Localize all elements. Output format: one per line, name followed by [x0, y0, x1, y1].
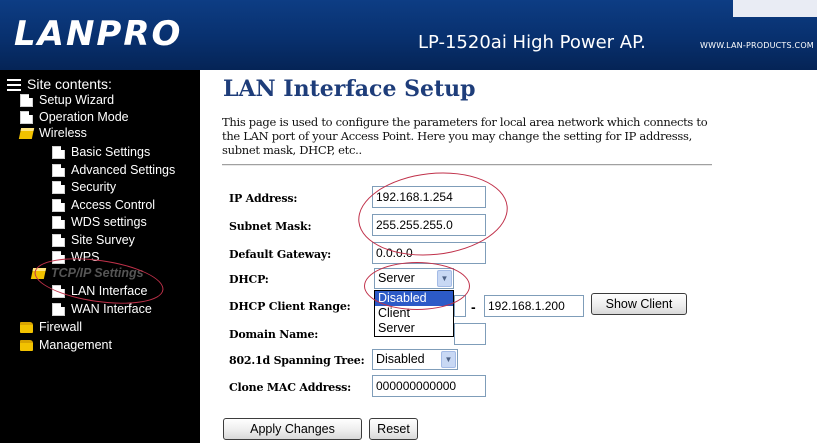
sidebar-item-label: Operation Mode — [39, 110, 129, 124]
subnet-mask-label: Subnet Mask: — [229, 220, 312, 233]
sidebar-item-label: Setup Wizard — [39, 93, 115, 107]
sidebar-item-label: WDS settings — [71, 215, 147, 229]
device-model: LP-1520ai High Power AP. — [418, 32, 646, 53]
sidebar-item-operation-mode[interactable]: Operation Mode — [20, 110, 129, 125]
default-gateway-input[interactable]: 0.0.0.0 — [372, 242, 486, 264]
website-url: WWW.LAN-PRODUCTS.COM — [700, 41, 814, 50]
subnet-mask-input[interactable]: 255.255.255.0 — [372, 214, 486, 236]
dhcp-option-disabled[interactable]: Disabled — [375, 291, 453, 306]
sidebar-item-label: LAN Interface — [71, 284, 148, 298]
sidebar-item-advanced-settings[interactable]: Advanced Settings — [52, 163, 175, 178]
sidebar-item-label: WPS — [71, 250, 100, 264]
sidebar-item-tcpip-settings[interactable]: TCP/IP Settings — [30, 266, 144, 281]
range-start-input[interactable] — [454, 295, 466, 317]
page-icon — [52, 234, 65, 247]
chevron-down-icon[interactable]: ▼ — [441, 351, 456, 368]
sidebar-item-label: Advanced Settings — [71, 163, 176, 177]
default-gateway-label: Default Gateway: — [229, 248, 331, 261]
sidebar-item-site-survey[interactable]: Site Survey — [52, 233, 135, 248]
sidebar-item-label: WAN Interface — [71, 302, 152, 316]
page-icon — [52, 251, 65, 264]
lanpro-logo: LANPRO — [14, 14, 183, 54]
ip-address-input[interactable]: 192.168.1.254 — [372, 186, 486, 208]
dhcp-label: DHCP: — [229, 273, 269, 286]
dhcp-select[interactable]: Server ▼ — [374, 268, 454, 289]
sidebar-item-setup-wizard[interactable]: Setup Wizard — [20, 93, 114, 108]
sidebar-item-label: Site Survey — [71, 233, 135, 247]
page-icon — [52, 146, 65, 159]
dhcp-selected-value: Server — [378, 271, 415, 285]
chevron-down-icon[interactable]: ▼ — [437, 270, 452, 287]
page-icon — [52, 285, 65, 298]
sidebar-item-lan-interface[interactable]: LAN Interface — [52, 284, 147, 299]
open-folder-icon — [18, 128, 35, 139]
sidebar-item-label: Management — [39, 338, 112, 352]
ip-address-label: IP Address: — [229, 192, 298, 205]
page-icon — [52, 303, 65, 316]
spanning-tree-select[interactable]: Disabled ▼ — [372, 349, 458, 370]
tree-icon — [7, 78, 21, 91]
sidebar-item-wireless[interactable]: Wireless — [18, 126, 87, 141]
folder-icon — [20, 322, 33, 333]
main-content: LAN Interface Setup This page is used to… — [200, 70, 817, 443]
dhcp-client-range-label: DHCP Client Range: — [229, 300, 351, 313]
page-icon — [52, 199, 65, 212]
divider — [222, 164, 712, 166]
dhcp-option-client[interactable]: Client — [375, 306, 453, 321]
sidebar-item-access-control[interactable]: Access Control — [52, 198, 155, 213]
sidebar-item-label: Security — [71, 180, 117, 194]
site-contents-title: Site contents: — [27, 76, 112, 92]
sidebar-item-label: Firewall — [39, 320, 83, 334]
domain-name-input[interactable] — [454, 323, 486, 345]
sidebar-item-label: Wireless — [39, 126, 87, 140]
page-icon — [20, 111, 33, 124]
sidebar-item-basic-settings[interactable]: Basic Settings — [52, 145, 150, 160]
sidebar-item-wan-interface[interactable]: WAN Interface — [52, 302, 152, 317]
spanning-tree-selected-value: Disabled — [376, 352, 425, 366]
folder-icon — [20, 340, 33, 351]
header-banner: LANPRO LP-1520ai High Power AP. WWW.LAN-… — [0, 0, 817, 70]
dhcp-dropdown-list: Disabled Client Server — [374, 290, 454, 337]
sidebar-item-security[interactable]: Security — [52, 180, 116, 195]
header-corner — [733, 0, 817, 17]
page-description: This page is used to configure the param… — [222, 115, 708, 157]
page-icon — [52, 164, 65, 177]
site-contents-header: Site contents: — [7, 77, 112, 92]
clone-mac-input[interactable]: 000000000000 — [372, 375, 486, 397]
dhcp-option-server[interactable]: Server — [375, 321, 453, 336]
range-dash: - — [471, 299, 476, 315]
page-icon — [52, 181, 65, 194]
sidebar: Site contents: Setup Wizard Operation Mo… — [0, 70, 200, 443]
apply-changes-button[interactable]: Apply Changes — [223, 418, 362, 440]
domain-name-label: Domain Name: — [229, 328, 319, 341]
clone-mac-label: Clone MAC Address: — [229, 381, 351, 394]
page-title: LAN Interface Setup — [223, 76, 476, 102]
sidebar-item-firewall[interactable]: Firewall — [20, 320, 82, 335]
sidebar-item-wds-settings[interactable]: WDS settings — [52, 215, 147, 230]
reset-button[interactable]: Reset — [369, 418, 418, 440]
spanning-tree-label: 802.1d Spanning Tree: — [229, 354, 365, 367]
range-end-input[interactable]: 192.168.1.200 — [484, 295, 584, 317]
sidebar-item-wps[interactable]: WPS — [52, 250, 99, 265]
sidebar-item-label: Basic Settings — [71, 145, 151, 159]
page-icon — [20, 94, 33, 107]
sidebar-item-label: TCP/IP Settings — [51, 266, 144, 280]
open-folder-icon — [30, 268, 47, 279]
page-icon — [52, 216, 65, 229]
sidebar-item-management[interactable]: Management — [20, 338, 112, 353]
sidebar-item-label: Access Control — [71, 198, 156, 212]
show-client-button[interactable]: Show Client — [591, 293, 687, 315]
